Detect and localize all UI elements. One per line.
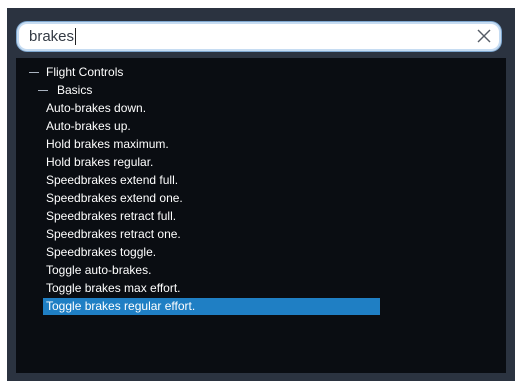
tree-group-flight-controls[interactable]: Flight Controls (16, 64, 506, 81)
text-caret (75, 28, 76, 45)
tree-item[interactable]: Speedbrakes extend full. (43, 172, 380, 189)
tree-group-label: Flight Controls (46, 65, 124, 79)
search-input[interactable] (29, 26, 459, 47)
tree-item[interactable]: Speedbrakes toggle. (43, 244, 380, 261)
tree-item[interactable]: Hold brakes maximum. (43, 136, 380, 153)
tree-item-label: Speedbrakes extend one. (46, 191, 183, 205)
search-box[interactable] (17, 22, 501, 51)
tree-item[interactable]: Speedbrakes extend one. (43, 190, 380, 207)
tree-item[interactable]: Hold brakes regular. (43, 154, 380, 171)
tree-item-label: Speedbrakes retract one. (46, 227, 181, 241)
tree-item-label: Speedbrakes extend full. (46, 173, 179, 187)
tree-item-label: Hold brakes maximum. (46, 137, 169, 151)
close-icon (477, 29, 491, 43)
tree-item-label: Hold brakes regular. (46, 155, 154, 169)
collapse-dash-icon[interactable] (29, 72, 39, 73)
tree-item[interactable]: Toggle auto-brakes. (43, 262, 380, 279)
tree-item-label: Auto-brakes up. (46, 119, 131, 133)
collapse-dash-icon[interactable] (38, 90, 48, 91)
tree-item-label: Toggle brakes regular effort. (46, 299, 196, 313)
results-tree[interactable]: Flight Controls Basics Auto-brakes down.… (16, 58, 506, 373)
tree-item-label: Speedbrakes retract full. (46, 209, 177, 223)
tree-subgroup-label: Basics (57, 83, 93, 97)
tree-item[interactable]: Toggle brakes max effort. (43, 280, 380, 297)
tree-item[interactable]: Toggle brakes regular effort. (43, 298, 380, 315)
clear-search-button[interactable] (475, 27, 493, 45)
tree-item-label: Auto-brakes down. (46, 101, 147, 115)
tree-item-label: Speedbrakes toggle. (46, 245, 157, 259)
tree-subgroup-basics[interactable]: Basics (16, 82, 506, 99)
tree-item-label: Toggle auto-brakes. (46, 263, 152, 277)
tree-item[interactable]: Auto-brakes up. (43, 118, 380, 135)
tree-item[interactable]: Auto-brakes down. (43, 100, 380, 117)
tree-item[interactable]: Speedbrakes retract full. (43, 208, 380, 225)
tree-item[interactable]: Speedbrakes retract one. (43, 226, 380, 243)
tree-item-label: Toggle brakes max effort. (46, 281, 181, 295)
